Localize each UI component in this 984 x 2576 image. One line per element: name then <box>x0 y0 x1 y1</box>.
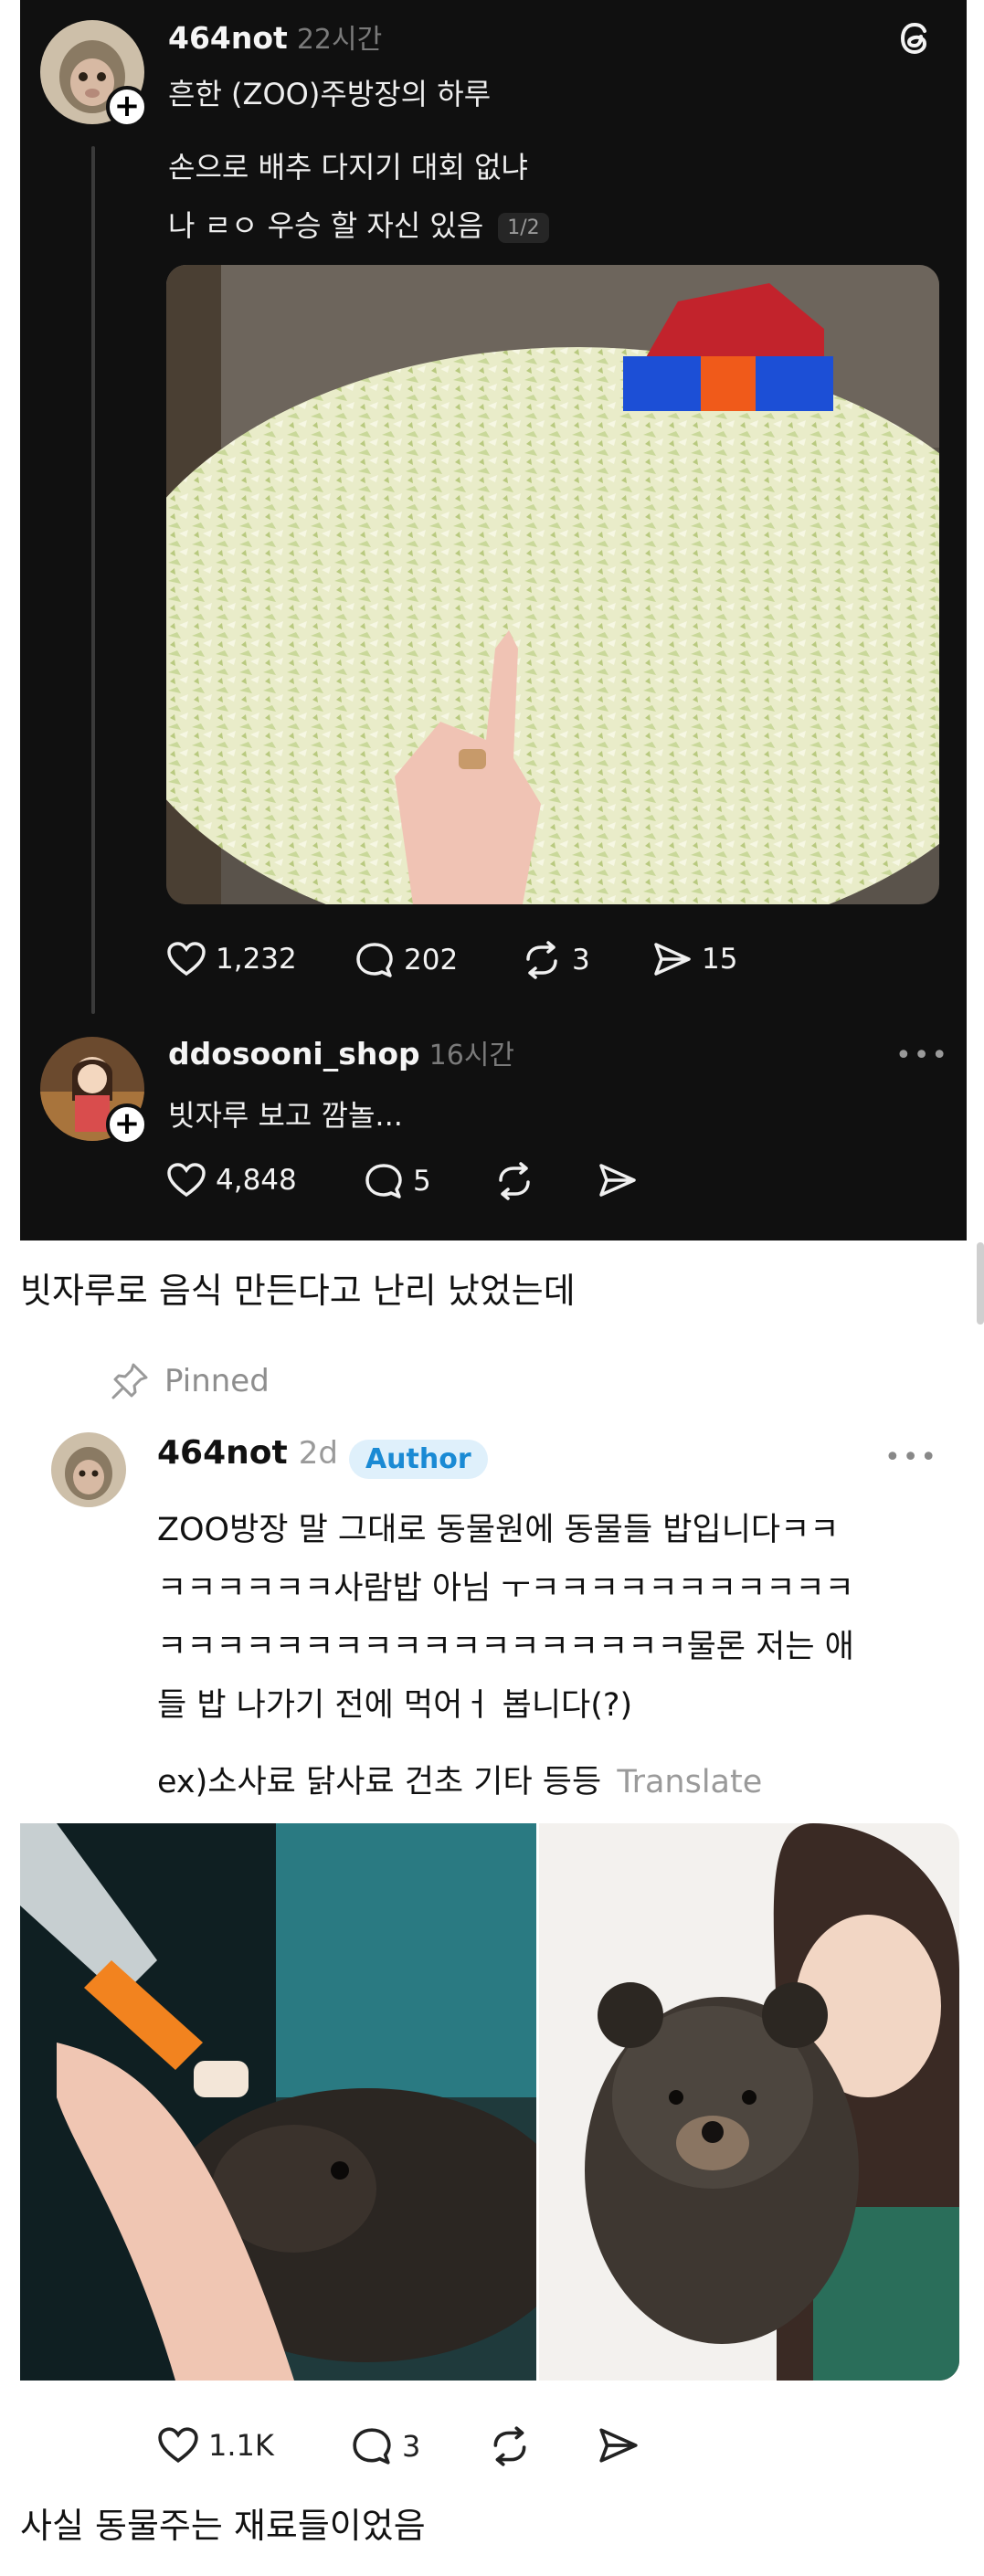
post-text-line: ex)소사료 닭사료 건초 기타 등등 <box>157 1764 602 1800</box>
comment-button[interactable]: 202 <box>354 941 458 979</box>
threads-card: + 464not 22시간 흔한 (ZOO)주방장의 하루 손으로 배추 다지기 … <box>20 0 967 1240</box>
avatar[interactable] <box>51 1432 126 1507</box>
like-button[interactable]: 1.1K <box>157 2426 274 2465</box>
post-time: 2d <box>298 1435 338 1472</box>
repost-icon <box>526 941 557 979</box>
share-button[interactable]: 15 <box>652 941 737 977</box>
post-text-line: 손으로 배추 다지기 대회 없냐 <box>168 150 528 185</box>
share-count: 15 <box>702 943 738 976</box>
post-header: 464not 22시간 <box>168 16 382 57</box>
heart-icon <box>158 2427 198 2463</box>
post-author[interactable]: 464not <box>157 1434 288 1472</box>
comment-count: 5 <box>413 1165 431 1198</box>
thread-line <box>91 146 95 1014</box>
like-count: 1,232 <box>216 943 297 976</box>
repost-button[interactable]: 3 <box>521 941 590 979</box>
reply-text: 빗자루 보고 깜놀... <box>168 1098 403 1133</box>
post-text-line: ZOO방장 말 그대로 동물원에 동물들 밥입니다ㅋㅋ <box>157 1512 840 1548</box>
comment-icon <box>356 943 393 977</box>
post-text-line: ㅋㅋㅋㅋㅋㅋㅋㅋㅋㅋㅋㅋㅋㅋㅋㅋㅋㅋ물론 저는 애 <box>157 1629 854 1665</box>
bear-bottle-photo-icon <box>20 1823 536 2381</box>
post-text-line: 나 ㄹㅇ 우승 할 자신 있음 <box>168 208 484 243</box>
scrollbar[interactable] <box>977 1242 984 1325</box>
more-options-icon[interactable]: ••• <box>884 1441 938 1473</box>
comment-icon <box>353 2428 391 2465</box>
repost-button[interactable] <box>488 2426 532 2466</box>
more-options-icon[interactable]: ••• <box>895 1040 949 1072</box>
bear-cub-photo-icon <box>539 1823 959 2381</box>
post-text-line: 흔한 (ZOO)주방장의 하루 <box>168 77 492 111</box>
share-button[interactable] <box>598 2426 640 2465</box>
post-author[interactable]: 464not <box>168 20 288 56</box>
send-icon <box>654 943 691 976</box>
author-badge: Author <box>348 1440 488 1479</box>
reply-header: ddosooni_shop 16시간 <box>168 1032 514 1072</box>
comment-button[interactable]: 3 <box>351 2426 420 2466</box>
like-count: 4,848 <box>216 1164 297 1197</box>
share-button[interactable] <box>598 1162 638 1198</box>
reply-author[interactable]: ddosooni_shop <box>168 1036 420 1072</box>
cabbage-photo-icon <box>166 265 939 904</box>
monkey-avatar-icon <box>51 1432 126 1507</box>
pin-icon <box>111 1363 148 1399</box>
comment-button[interactable]: 5 <box>364 1162 431 1200</box>
comment-count: 3 <box>402 2429 421 2464</box>
caption-text: 빗자루로 음식 만든다고 난리 났었는데 <box>20 1271 576 1311</box>
heart-icon <box>167 1163 206 1198</box>
like-button[interactable]: 1,232 <box>166 941 297 977</box>
repost-count: 3 <box>572 944 590 977</box>
translate-link[interactable]: Translate <box>617 1764 762 1800</box>
comment-count: 202 <box>404 944 459 977</box>
comment-icon <box>365 1164 402 1198</box>
follow-plus-icon[interactable]: + <box>106 86 148 128</box>
post-text-line: ㅋㅋㅋㅋㅋㅋ사람밥 아님 ㅜㅋㅋㅋㅋㅋㅋㅋㅋㅋㅋㅋ <box>157 1570 854 1607</box>
send-icon <box>599 1164 636 1197</box>
repost-icon <box>499 1162 530 1200</box>
threads-logo-icon[interactable] <box>895 18 936 58</box>
post-time: 22시간 <box>296 24 383 56</box>
follow-plus-icon[interactable]: + <box>106 1103 148 1145</box>
like-button[interactable]: 4,848 <box>166 1162 297 1198</box>
pinned-post-header: 464not 2d Author <box>157 1434 488 1479</box>
pinned-label: Pinned <box>110 1361 270 1401</box>
caption-text: 사실 동물주는 재료들이었음 <box>20 2506 426 2546</box>
post-image[interactable] <box>20 1823 536 2381</box>
reply-time: 16시간 <box>429 1040 515 1072</box>
image-pager: 1/2 <box>498 212 549 243</box>
post-image[interactable] <box>539 1823 959 2381</box>
post-image[interactable] <box>166 265 939 904</box>
heart-icon <box>167 942 206 977</box>
like-count: 1.1K <box>208 2428 274 2463</box>
send-icon <box>599 2428 638 2463</box>
pinned-text: Pinned <box>164 1363 270 1399</box>
post-text-line: 들 밥 나가기 전에 먹어ㅓ 봅니다(?) <box>157 1687 633 1724</box>
repost-icon <box>493 2426 526 2466</box>
repost-button[interactable] <box>493 1162 535 1200</box>
